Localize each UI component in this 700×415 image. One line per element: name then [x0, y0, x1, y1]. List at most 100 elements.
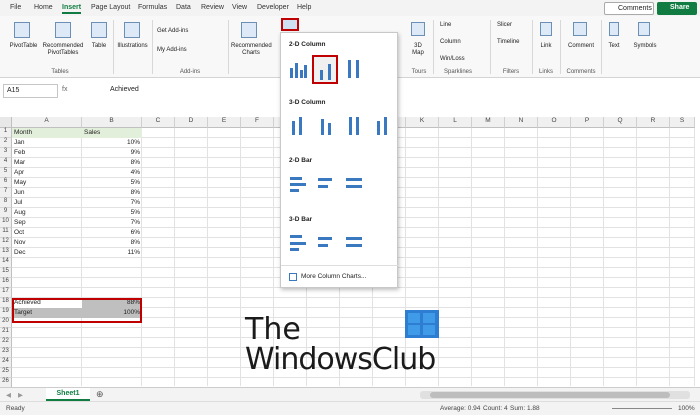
row-header-18[interactable]: 18: [0, 298, 12, 308]
row-header-3[interactable]: 3: [0, 148, 12, 158]
cell-b5[interactable]: 4%: [82, 168, 142, 178]
cell-b8[interactable]: 7%: [82, 198, 142, 208]
row-header-4[interactable]: 4: [0, 158, 12, 168]
row-header-5[interactable]: 5: [0, 168, 12, 178]
tab-help[interactable]: Help: [297, 4, 311, 11]
pivot-table-button[interactable]: PivotTable: [6, 43, 41, 50]
tab-data[interactable]: Data: [176, 4, 191, 11]
column-header-f[interactable]: F: [241, 117, 274, 128]
tab-review[interactable]: Review: [201, 4, 224, 11]
column-header-m[interactable]: M: [472, 117, 505, 128]
cell-b4[interactable]: 8%: [82, 158, 142, 168]
tab-view[interactable]: View: [232, 4, 247, 11]
cell-b15[interactable]: 88%: [82, 298, 142, 308]
row-header-14[interactable]: 14: [0, 258, 12, 268]
row-header-12[interactable]: 12: [0, 238, 12, 248]
column-header-k[interactable]: K: [406, 117, 439, 128]
text-button[interactable]: Text: [603, 43, 625, 50]
row-header-2[interactable]: 2: [0, 138, 12, 148]
my-addins-button[interactable]: My Add-ins: [157, 47, 187, 54]
sheet-tab-sheet1[interactable]: Sheet1: [46, 388, 90, 401]
tab-home[interactable]: Home: [34, 4, 53, 11]
cell-b9[interactable]: 5%: [82, 208, 142, 218]
fx-icon[interactable]: fx: [62, 86, 67, 93]
cell-a2[interactable]: Jan: [12, 138, 82, 148]
formula-input[interactable]: Achieved: [110, 86, 139, 93]
comment-button[interactable]: Comment: [564, 43, 598, 50]
3d-stacked-bar-option[interactable]: [316, 231, 336, 253]
clustered-column-option[interactable]: [288, 58, 308, 80]
tab-insert[interactable]: Insert: [62, 4, 82, 14]
tab-file[interactable]: File: [10, 4, 21, 11]
3d-100-stacked-column-option[interactable]: [344, 115, 364, 137]
cell-a11[interactable]: Oct: [12, 228, 82, 238]
slicer-button[interactable]: Slicer: [497, 22, 512, 29]
cell-b1[interactable]: Sales: [82, 128, 142, 138]
column-header-d[interactable]: D: [175, 117, 208, 128]
column-header-p[interactable]: P: [571, 117, 604, 128]
column-chart-dropdown-button[interactable]: [281, 18, 299, 31]
cell-a4[interactable]: Mar: [12, 158, 82, 168]
share-button[interactable]: Share: [657, 2, 697, 15]
row-header-16[interactable]: 16: [0, 278, 12, 288]
cell-a13[interactable]: Dec: [12, 248, 82, 258]
illustrations-button[interactable]: Illustrations: [114, 43, 151, 50]
cell-a7[interactable]: Jun: [12, 188, 82, 198]
cell-a3[interactable]: Feb: [12, 148, 82, 158]
get-addins-button[interactable]: Get Add-ins: [157, 28, 188, 35]
row-header-7[interactable]: 7: [0, 188, 12, 198]
table-button[interactable]: Table: [86, 43, 112, 50]
cell-a8[interactable]: Jul: [12, 198, 82, 208]
3d-clustered-bar-option[interactable]: [288, 231, 308, 253]
100-stacked-column-option[interactable]: [344, 58, 364, 80]
sparkline-line-button[interactable]: Line: [440, 22, 451, 29]
zoom-slider[interactable]: [612, 408, 672, 409]
horizontal-scrollbar[interactable]: [420, 391, 690, 399]
timeline-button[interactable]: Timeline: [497, 39, 519, 46]
row-header-22[interactable]: 22: [0, 338, 12, 348]
row-header-1[interactable]: 1: [0, 128, 12, 138]
column-header-q[interactable]: Q: [604, 117, 637, 128]
stacked-column-option[interactable]: [312, 55, 338, 84]
column-header-r[interactable]: R: [637, 117, 670, 128]
column-header-a[interactable]: A: [12, 117, 82, 128]
row-header-8[interactable]: 8: [0, 198, 12, 208]
select-all-corner[interactable]: [0, 117, 12, 128]
cell-a10[interactable]: Sep: [12, 218, 82, 228]
sparkline-winloss-button[interactable]: Win/Loss: [440, 56, 465, 63]
column-header-c[interactable]: C: [142, 117, 175, 128]
row-header-9[interactable]: 9: [0, 208, 12, 218]
cell-a9[interactable]: Aug: [12, 208, 82, 218]
cell-b13[interactable]: 11%: [82, 248, 142, 258]
row-header-13[interactable]: 13: [0, 248, 12, 258]
comments-button[interactable]: Comments: [604, 2, 654, 15]
tab-page-layout[interactable]: Page Layout: [91, 4, 130, 11]
3d-stacked-column-option[interactable]: [316, 115, 336, 137]
cell-a1[interactable]: Month: [12, 128, 82, 138]
row-header-15[interactable]: 15: [0, 268, 12, 278]
cell-b7[interactable]: 8%: [82, 188, 142, 198]
3d-clustered-column-option[interactable]: [288, 115, 308, 137]
cell-b3[interactable]: 9%: [82, 148, 142, 158]
cell-a16[interactable]: Target: [12, 308, 82, 318]
row-header-10[interactable]: 10: [0, 218, 12, 228]
row-header-23[interactable]: 23: [0, 348, 12, 358]
cell-b11[interactable]: 6%: [82, 228, 142, 238]
clustered-bar-option[interactable]: [288, 173, 308, 195]
3d-100-stacked-bar-option[interactable]: [344, 231, 364, 253]
recommended-pivot-button[interactable]: Recommended PivotTables: [40, 43, 86, 57]
row-header-25[interactable]: 25: [0, 368, 12, 378]
column-header-l[interactable]: L: [439, 117, 472, 128]
row-header-6[interactable]: 6: [0, 178, 12, 188]
name-box[interactable]: A15: [3, 84, 58, 98]
cell-b2[interactable]: 10%: [82, 138, 142, 148]
column-header-o[interactable]: O: [538, 117, 571, 128]
cell-b16[interactable]: 100%: [82, 308, 142, 318]
stacked-bar-option[interactable]: [316, 173, 336, 195]
row-header-17[interactable]: 17: [0, 288, 12, 298]
more-column-charts-link[interactable]: More Column Charts...: [301, 273, 366, 280]
column-header-b[interactable]: B: [82, 117, 142, 128]
cell-b6[interactable]: 5%: [82, 178, 142, 188]
cell-a6[interactable]: May: [12, 178, 82, 188]
row-header-19[interactable]: 19: [0, 308, 12, 318]
